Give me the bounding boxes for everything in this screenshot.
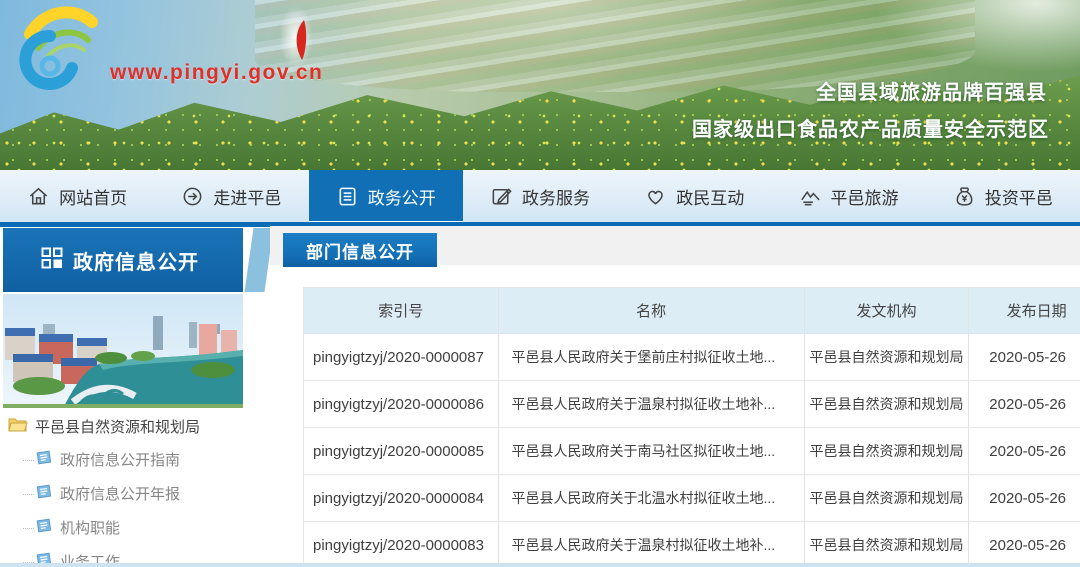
cell-org: 平邑县自然资源和规划局 bbox=[805, 428, 970, 474]
nav-item-interaction[interactable]: 政民互动 bbox=[617, 170, 771, 222]
cell-date: 2020-05-26 bbox=[969, 381, 1080, 427]
table-row: pingyigtzyj/2020-0000083 平邑县人民政府关于温泉村拟征收… bbox=[304, 522, 1080, 567]
tree-item-label: 政府信息公开年报 bbox=[60, 483, 180, 504]
sidebar-tree: 平邑县自然资源和规划局 政府信息公开指南 政府信息公开年报 机构职能 业务工作 … bbox=[2, 412, 262, 567]
note-icon bbox=[36, 450, 52, 469]
tree-connector bbox=[23, 460, 34, 461]
cell-name-link[interactable]: 平邑县人民政府关于温泉村拟征收土地补... bbox=[499, 381, 805, 427]
nav-item-home[interactable]: 网站首页 bbox=[0, 170, 154, 222]
sidebar-header: 政府信息公开 bbox=[3, 228, 243, 292]
pingyi-logo-icon bbox=[8, 0, 106, 105]
tree-item-label: 政府信息公开指南 bbox=[60, 449, 180, 470]
column-header-name: 名称 bbox=[499, 288, 805, 333]
tree-connector bbox=[23, 494, 34, 495]
heart-icon bbox=[644, 185, 667, 208]
home-icon bbox=[27, 185, 50, 208]
cell-index: pingyigtzyj/2020-0000084 bbox=[304, 475, 499, 521]
table-row: pingyigtzyj/2020-0000084 平邑县人民政府关于北温水村拟征… bbox=[304, 475, 1080, 522]
city-photo bbox=[3, 294, 243, 408]
nav-item-tourism[interactable]: 平邑旅游 bbox=[771, 170, 925, 222]
page-bottom-strip bbox=[0, 563, 1080, 567]
tree-root-label: 平邑县自然资源和规划局 bbox=[35, 416, 200, 437]
main-nav: 网站首页 走进平邑 政务公开 政务服务 政民互动 平邑旅游 投资平邑 bbox=[0, 170, 1080, 222]
tree-item-functions[interactable]: 机构职能 bbox=[2, 511, 262, 545]
tree-item-annual-report[interactable]: 政府信息公开年报 bbox=[2, 477, 262, 511]
cell-index: pingyigtzyj/2020-0000085 bbox=[304, 428, 499, 474]
column-header-index: 索引号 bbox=[304, 288, 499, 333]
open-folder-icon bbox=[8, 416, 28, 437]
nav-item-label: 平邑旅游 bbox=[831, 184, 899, 209]
grid-icon bbox=[41, 247, 63, 274]
nav-item-label: 政民互动 bbox=[676, 184, 744, 209]
cell-date: 2020-05-26 bbox=[969, 334, 1080, 380]
pingyi-gov-page: www.pingyi.gov.cn 全国县域旅游品牌百强县 国家级出口食品农产品… bbox=[0, 0, 1080, 567]
cell-org: 平邑县自然资源和规划局 bbox=[805, 381, 970, 427]
cell-name-link[interactable]: 平邑县人民政府关于温泉村拟征收土地补... bbox=[499, 522, 805, 567]
cell-name-link[interactable]: 平邑县人民政府关于北温水村拟征收土地... bbox=[499, 475, 805, 521]
nav-item-label: 投资平邑 bbox=[985, 184, 1053, 209]
cell-date: 2020-05-26 bbox=[969, 428, 1080, 474]
tab-department-disclosure[interactable]: 部门信息公开 bbox=[283, 233, 437, 267]
table-row: pingyigtzyj/2020-0000086 平邑县人民政府关于温泉村拟征收… bbox=[304, 381, 1080, 428]
cell-date: 2020-05-26 bbox=[969, 522, 1080, 567]
column-header-date: 发布日期 bbox=[969, 288, 1080, 333]
column-header-org: 发文机构 bbox=[805, 288, 970, 333]
nav-item-about[interactable]: 走进平邑 bbox=[154, 170, 308, 222]
disclosure-table: 索引号 名称 发文机构 发布日期 pingyigtzyj/2020-000008… bbox=[303, 287, 1080, 567]
cell-org: 平邑县自然资源和规划局 bbox=[805, 334, 970, 380]
cell-name-link[interactable]: 平邑县人民政府关于南马社区拟征收土地... bbox=[499, 428, 805, 474]
nav-item-label: 网站首页 bbox=[59, 184, 127, 209]
table-header-row: 索引号 名称 发文机构 发布日期 bbox=[304, 288, 1080, 334]
cell-index: pingyigtzyj/2020-0000087 bbox=[304, 334, 499, 380]
cell-index: pingyigtzyj/2020-0000086 bbox=[304, 381, 499, 427]
arrow-circle-icon bbox=[181, 185, 204, 208]
mountain-icon bbox=[799, 185, 822, 208]
table-row: pingyigtzyj/2020-0000085 平邑县人民政府关于南马社区拟征… bbox=[304, 428, 1080, 475]
site-banner: www.pingyi.gov.cn 全国县域旅游品牌百强县 国家级出口食品农产品… bbox=[0, 0, 1080, 170]
table-row: pingyigtzyj/2020-0000087 平邑县人民政府关于堡前庄村拟征… bbox=[304, 334, 1080, 381]
sidebar-title: 政府信息公开 bbox=[73, 246, 199, 275]
nav-item-gov-disclosure[interactable]: 政务公开 bbox=[309, 170, 463, 222]
document-icon bbox=[336, 185, 359, 208]
nav-item-label: 政务服务 bbox=[522, 184, 590, 209]
banner-slogan-2: 国家级出口食品农产品质量安全示范区 bbox=[692, 113, 1049, 142]
edit-icon bbox=[490, 185, 513, 208]
nav-item-invest[interactable]: 投资平邑 bbox=[926, 170, 1080, 222]
cell-date: 2020-05-26 bbox=[969, 475, 1080, 521]
cell-org: 平邑县自然资源和规划局 bbox=[805, 475, 970, 521]
tree-root-bureau[interactable]: 平邑县自然资源和规划局 bbox=[2, 412, 262, 443]
tree-item-label: 机构职能 bbox=[60, 517, 120, 538]
cell-org: 平邑县自然资源和规划局 bbox=[805, 522, 970, 567]
money-bag-icon bbox=[953, 185, 976, 208]
nav-item-label: 政务公开 bbox=[368, 184, 436, 209]
cell-index: pingyigtzyj/2020-0000083 bbox=[304, 522, 499, 567]
tree-connector bbox=[23, 528, 34, 529]
nav-item-label: 走进平邑 bbox=[213, 184, 281, 209]
cell-name-link[interactable]: 平邑县人民政府关于堡前庄村拟征收土地... bbox=[499, 334, 805, 380]
note-icon bbox=[36, 484, 52, 503]
banner-slogan-1: 全国县域旅游品牌百强县 bbox=[816, 76, 1047, 105]
tree-item-guide[interactable]: 政府信息公开指南 bbox=[2, 443, 262, 477]
note-icon bbox=[36, 518, 52, 537]
nav-item-gov-services[interactable]: 政务服务 bbox=[463, 170, 617, 222]
red-crescent-decoration bbox=[290, 18, 312, 62]
site-url-text: www.pingyi.gov.cn bbox=[110, 61, 323, 85]
